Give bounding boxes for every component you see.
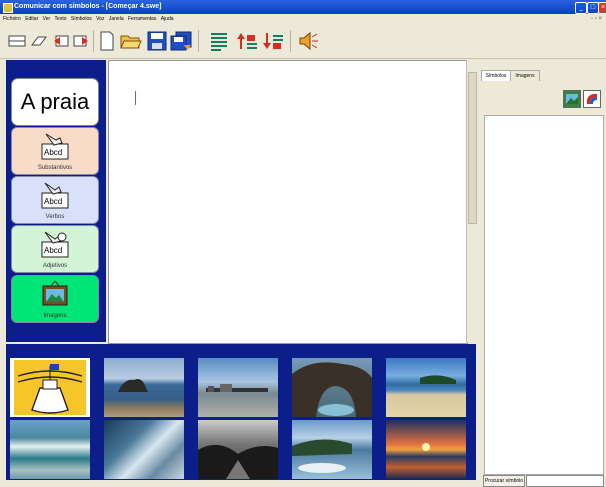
new-document-icon[interactable] bbox=[96, 30, 118, 52]
menu-simbolos[interactable]: Símbolos bbox=[71, 16, 92, 22]
image-thumb[interactable] bbox=[10, 420, 90, 479]
verbos-label: Verbos bbox=[45, 214, 65, 220]
toolbar-separator bbox=[290, 30, 291, 52]
eraser-icon[interactable] bbox=[28, 30, 50, 52]
toolbar bbox=[0, 24, 606, 59]
toolbar-separator bbox=[93, 30, 94, 52]
save-as-icon[interactable] bbox=[170, 30, 192, 52]
menu-texto[interactable]: Texto bbox=[55, 16, 67, 22]
paint-icon[interactable] bbox=[583, 90, 601, 108]
menu-ver[interactable]: Ver bbox=[43, 16, 51, 22]
menu-ferramentas[interactable]: Ferramentas bbox=[128, 16, 156, 22]
image-thumb[interactable] bbox=[104, 420, 184, 479]
menu-ajuda[interactable]: Ajuda bbox=[161, 16, 174, 22]
symbol-below-icon[interactable] bbox=[262, 30, 284, 52]
menu-ficheiro[interactable]: Ficheiro bbox=[3, 16, 21, 22]
editor-scrollbar[interactable] bbox=[466, 60, 477, 342]
svg-text:Abcd: Abcd bbox=[44, 246, 62, 255]
imagens-label: Imagens bbox=[43, 313, 67, 319]
title-bar: Comunicar com símbolos - [Começar 4.swe]… bbox=[0, 0, 606, 14]
image-gallery bbox=[6, 344, 476, 480]
hand-card-icon: Abcd bbox=[41, 182, 69, 209]
image-thumb[interactable] bbox=[198, 420, 278, 479]
hand-card-icon: Abcd bbox=[41, 133, 69, 160]
substantivos-card[interactable]: Abcd Substantivos bbox=[11, 127, 99, 175]
text-cursor bbox=[135, 91, 136, 105]
image-thumb[interactable] bbox=[386, 420, 466, 479]
tab-simbolos[interactable]: Símbolos bbox=[481, 70, 511, 81]
image-thumb[interactable] bbox=[198, 358, 278, 417]
image-thumb[interactable] bbox=[292, 420, 372, 479]
symbol-results-list[interactable] bbox=[484, 115, 604, 475]
substantivos-label: Substantivos bbox=[37, 165, 73, 171]
menu-voz[interactable]: Voz bbox=[96, 16, 104, 22]
menu-bar: Ficheiro Editar Ver Texto Símbolos Voz J… bbox=[0, 14, 606, 24]
imagens-card[interactable]: Imagens bbox=[11, 275, 99, 323]
save-icon[interactable] bbox=[146, 30, 168, 52]
mdi-controls[interactable]: - ▫ × bbox=[591, 14, 602, 24]
window-title: Comunicar com símbolos - [Começar 4.swe] bbox=[14, 3, 162, 10]
symbol-panel: A praia Abcd Substantivos Abcd Verbos Ab… bbox=[6, 60, 106, 342]
search-symbol-button[interactable]: Procurar símbolo bbox=[483, 475, 525, 487]
document-editor[interactable] bbox=[108, 60, 468, 344]
adjetivos-label: Adjetivos bbox=[42, 263, 68, 269]
svg-text:Abcd: Abcd bbox=[44, 148, 62, 157]
toolbar-separator bbox=[198, 30, 199, 52]
word-card[interactable]: A praia bbox=[11, 78, 99, 126]
svg-text:Abcd: Abcd bbox=[44, 197, 62, 206]
image-thumb[interactable] bbox=[292, 358, 372, 417]
symbol-above-icon[interactable] bbox=[236, 30, 258, 52]
image-thumb[interactable] bbox=[104, 358, 184, 417]
verbos-card[interactable]: Abcd Verbos bbox=[11, 176, 99, 224]
close-button[interactable]: × bbox=[598, 2, 606, 14]
minimize-button[interactable]: _ bbox=[575, 2, 587, 14]
align-lines-icon[interactable] bbox=[208, 30, 230, 52]
right-panel: Símbolos Imagens Procurar símbolo bbox=[479, 60, 606, 487]
arrow-left-icon[interactable] bbox=[50, 30, 72, 52]
symbol-box-icon[interactable] bbox=[6, 30, 28, 52]
app-icon bbox=[3, 3, 13, 13]
hand-card-icon: Abcd bbox=[41, 231, 69, 258]
framed-picture-icon bbox=[42, 280, 68, 306]
menu-janela[interactable]: Janela bbox=[109, 16, 124, 22]
picture-icon[interactable] bbox=[563, 90, 581, 108]
image-thumb[interactable] bbox=[10, 358, 90, 417]
adjetivos-card[interactable]: Abcd Adjetivos bbox=[11, 225, 99, 273]
speaker-icon[interactable] bbox=[298, 30, 320, 52]
scrollbar-thumb[interactable] bbox=[468, 72, 477, 224]
image-thumb[interactable] bbox=[386, 358, 466, 417]
menu-editar[interactable]: Editar bbox=[25, 16, 38, 22]
tab-imagens[interactable]: Imagens bbox=[510, 70, 540, 81]
open-folder-icon[interactable] bbox=[120, 30, 142, 52]
arrow-right-icon[interactable] bbox=[70, 30, 92, 52]
search-symbol-input[interactable] bbox=[526, 475, 604, 487]
